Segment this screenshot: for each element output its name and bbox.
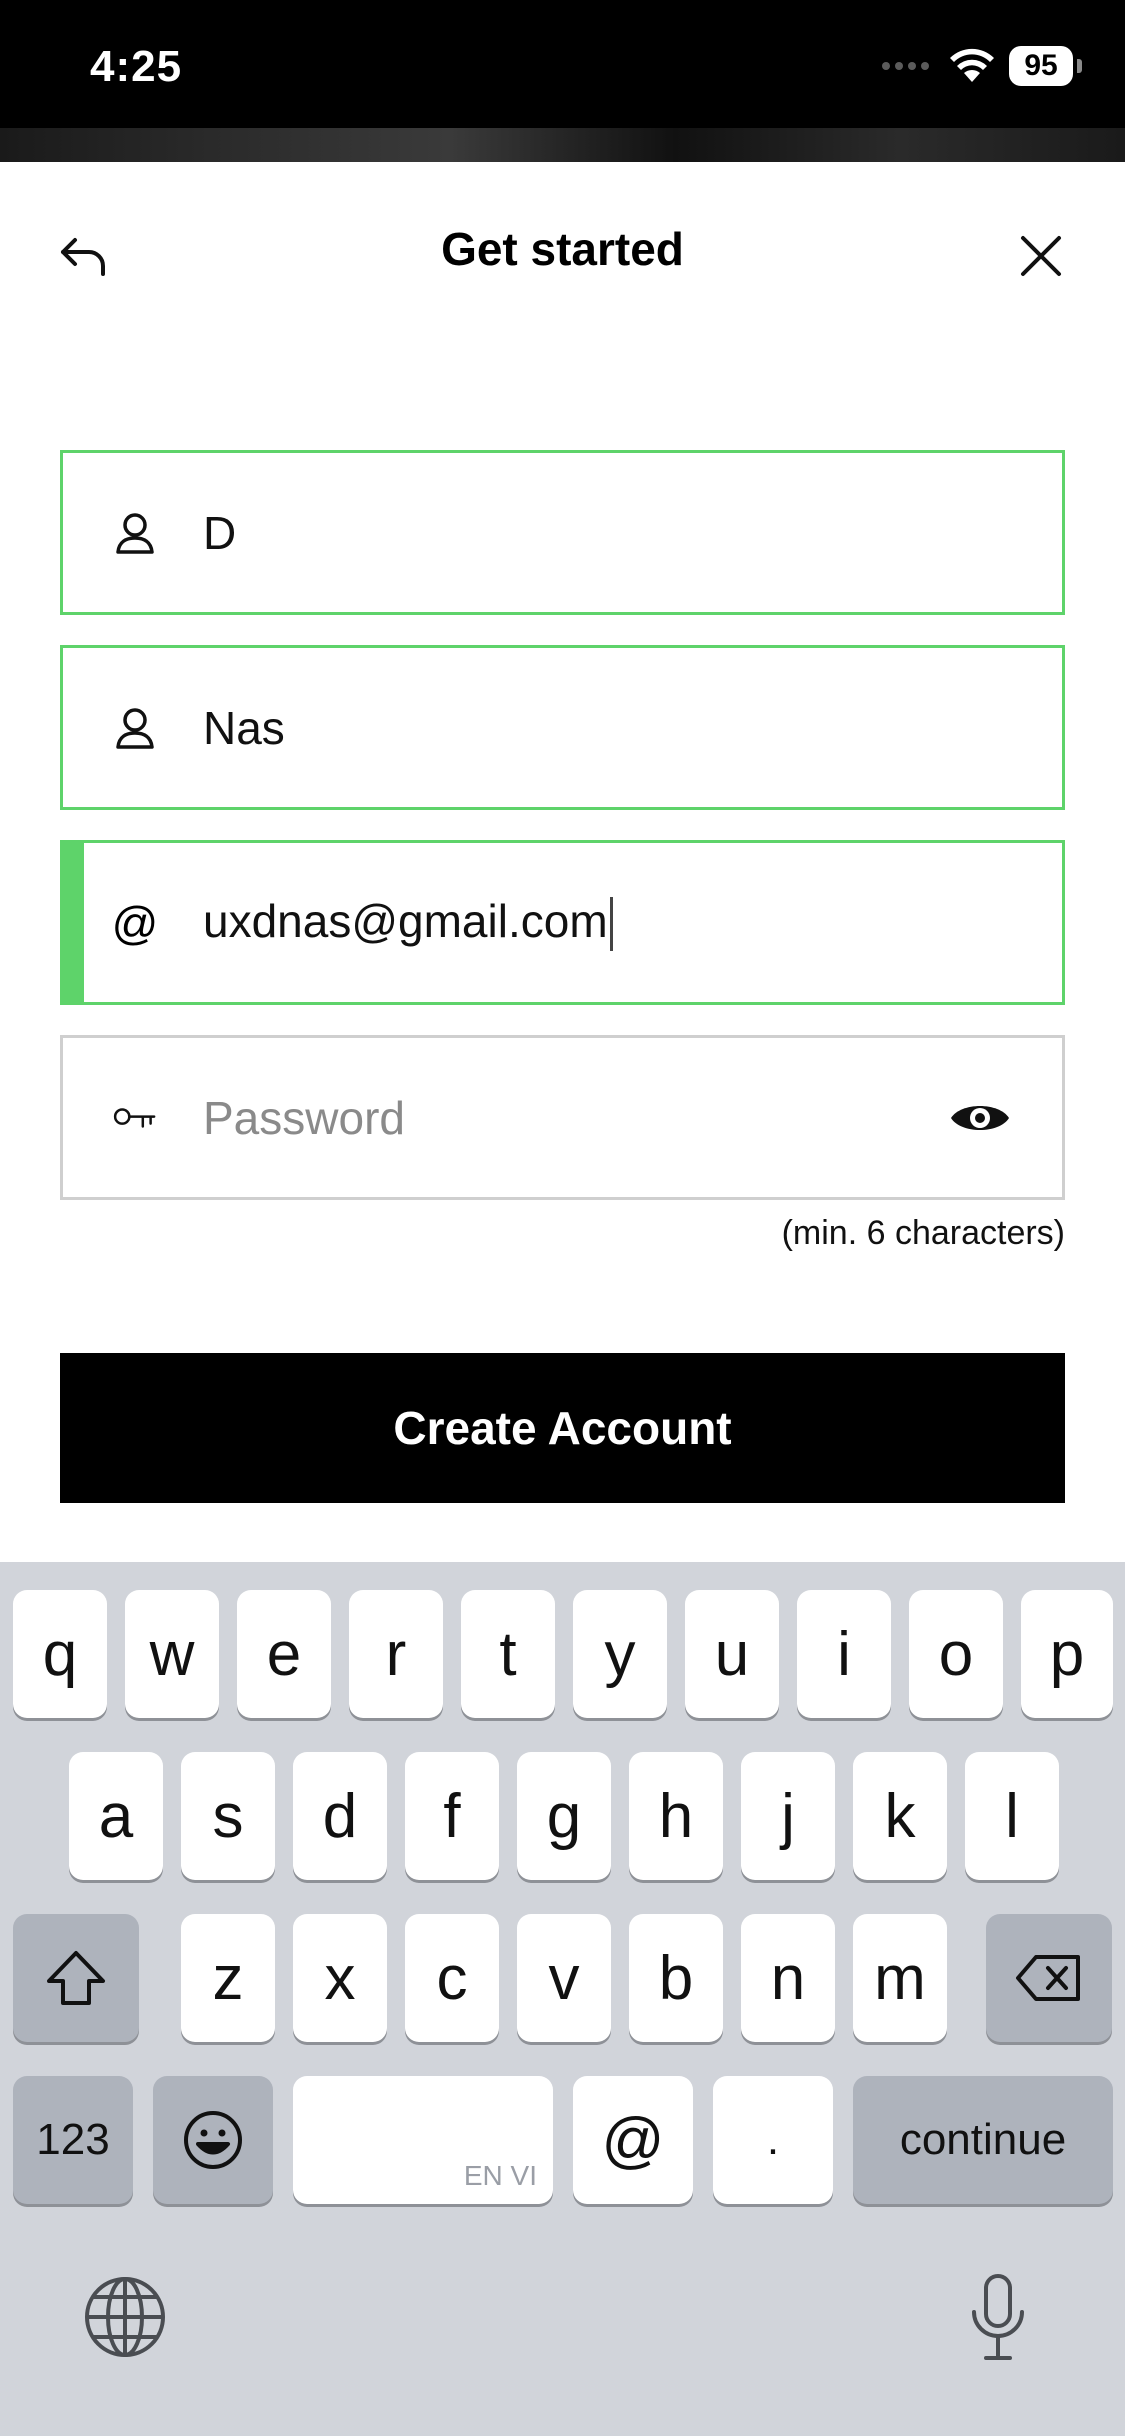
- key-b[interactable]: b: [629, 1914, 723, 2042]
- key-x[interactable]: x: [293, 1914, 387, 2042]
- key-c[interactable]: c: [405, 1914, 499, 2042]
- globe-icon: [85, 2277, 165, 2357]
- key-k[interactable]: k: [853, 1752, 947, 1880]
- text-caret: [609, 897, 613, 952]
- last-name-field[interactable]: Nas: [60, 645, 1065, 810]
- delete-key[interactable]: [986, 1914, 1112, 2042]
- key-w[interactable]: w: [125, 1590, 219, 1718]
- key-n[interactable]: n: [741, 1914, 835, 2042]
- key-v[interactable]: v: [517, 1914, 611, 2042]
- show-password-button[interactable]: [948, 1096, 1012, 1140]
- globe-button[interactable]: [80, 2272, 170, 2362]
- key-i[interactable]: i: [797, 1590, 891, 1718]
- last-name-value: Nas: [203, 701, 285, 754]
- key-z[interactable]: z: [181, 1914, 275, 2042]
- key-h[interactable]: h: [629, 1752, 723, 1880]
- at-key[interactable]: @: [573, 2076, 693, 2204]
- password-input[interactable]: [203, 1038, 903, 1197]
- battery-indicator: 95: [1009, 46, 1082, 86]
- password-hint: (min. 6 characters): [781, 1214, 1065, 1252]
- key-p[interactable]: p: [1021, 1590, 1113, 1718]
- key-f[interactable]: f: [405, 1752, 499, 1880]
- email-value: uxdnas@gmail.com: [203, 894, 613, 952]
- key-g[interactable]: g: [517, 1752, 611, 1880]
- space-language-hint: EN VI: [463, 2160, 537, 2191]
- key-o[interactable]: o: [909, 1590, 1003, 1718]
- numbers-key[interactable]: 123: [13, 2076, 133, 2204]
- password-field[interactable]: [60, 1035, 1065, 1200]
- at-icon: @: [111, 896, 159, 949]
- signup-sheet: Get started D Nas @ uxdnas@gmail.com (mi…: [0, 162, 1125, 1562]
- key-t[interactable]: t: [461, 1590, 555, 1718]
- eye-icon: [951, 1105, 1009, 1130]
- keyboard: q w e r t y u i o p a s d f g h j k l z …: [0, 1562, 1125, 2436]
- close-button[interactable]: [1007, 222, 1075, 290]
- continue-key[interactable]: continue: [853, 2076, 1113, 2204]
- person-icon: [113, 511, 157, 555]
- wifi-icon: [950, 48, 994, 82]
- status-indicators: 95: [882, 46, 1082, 86]
- email-text: uxdnas@gmail.com: [203, 894, 608, 947]
- key-icon: [113, 1096, 157, 1140]
- space-key[interactable]: EN VI: [293, 2076, 553, 2204]
- key-j[interactable]: j: [741, 1752, 835, 1880]
- key-m[interactable]: m: [853, 1914, 947, 2042]
- key-q[interactable]: q: [13, 1590, 107, 1718]
- emoji-key[interactable]: [153, 2076, 273, 2204]
- key-d[interactable]: d: [293, 1752, 387, 1880]
- dictation-button[interactable]: [953, 2272, 1043, 2362]
- email-field[interactable]: @ uxdnas@gmail.com: [60, 840, 1065, 1005]
- key-l[interactable]: l: [965, 1752, 1059, 1880]
- backspace-icon: [1016, 1955, 1080, 2001]
- close-icon: [1021, 236, 1061, 276]
- page-title: Get started: [441, 223, 684, 275]
- key-y[interactable]: y: [573, 1590, 667, 1718]
- emoji-icon: [184, 2111, 242, 2169]
- first-name-value: D: [203, 506, 237, 559]
- key-a[interactable]: a: [69, 1752, 163, 1880]
- shift-icon: [47, 1951, 105, 2005]
- key-u[interactable]: u: [685, 1590, 779, 1718]
- cellular-signal-icon: [882, 62, 929, 70]
- background-image-peek: [0, 128, 1125, 162]
- microphone-icon: [972, 2274, 1024, 2360]
- key-e[interactable]: e: [237, 1590, 331, 1718]
- status-time: 4:25: [90, 42, 183, 91]
- person-icon: [113, 706, 157, 750]
- create-account-button[interactable]: Create Account: [60, 1353, 1065, 1503]
- first-name-field[interactable]: D: [60, 450, 1065, 615]
- key-r[interactable]: r: [349, 1590, 443, 1718]
- key-s[interactable]: s: [181, 1752, 275, 1880]
- sheet-header: Get started: [0, 162, 1125, 332]
- shift-key[interactable]: [13, 1914, 139, 2042]
- dot-key[interactable]: .: [713, 2076, 833, 2204]
